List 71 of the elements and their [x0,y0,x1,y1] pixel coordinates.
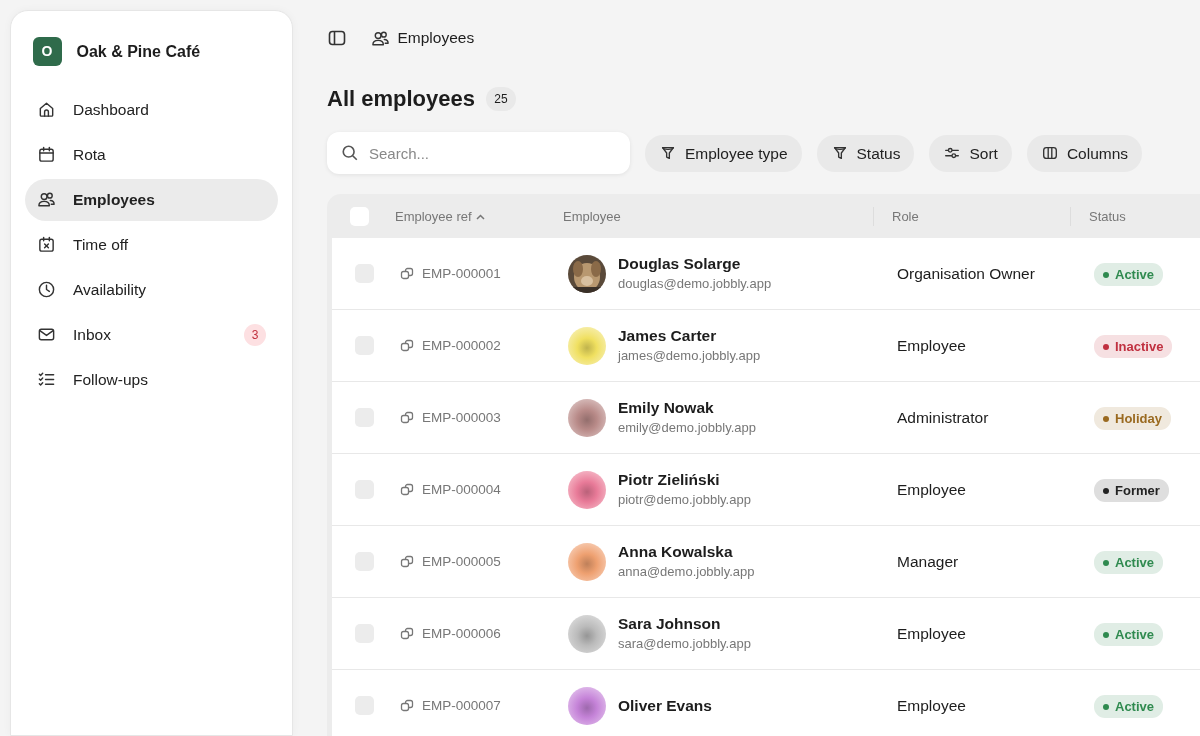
employee-role: Employee [897,481,966,499]
employee-role: Employee [897,337,966,355]
search-icon [341,144,359,163]
column-header: Employee ref [395,207,472,226]
nav-item[interactable]: Dashboard [25,88,278,131]
copy-icon[interactable] [400,338,414,353]
employee-email: douglas@demo.jobbly.app [618,275,772,294]
column-header: Employee [563,207,621,226]
copy-icon[interactable] [400,410,414,425]
nav-item[interactable]: Availability [25,268,278,311]
column-header: Role [892,208,919,224]
unread-badge: 3 [244,323,266,346]
calendar-x-icon [37,235,56,254]
employee-role: Employee [897,625,966,643]
clock-icon [37,280,56,299]
status-badge: Active [1094,622,1164,647]
status-badge: Active [1094,694,1164,719]
employee-name: Douglas Solarge [618,254,742,275]
filter-button[interactable]: Sort [929,134,1012,172]
column-header: Status [1089,208,1126,224]
employee-name: James Carter [618,326,718,347]
filter-button[interactable]: Columns [1026,134,1143,172]
brand-name: Oak & Pine Café [76,41,201,62]
copy-icon[interactable] [400,266,414,281]
breadcrumb: Employees [397,28,475,49]
employee-ref: EMP-000006 [422,624,501,643]
employee-name: Sara Johnson [618,614,722,635]
filter-button[interactable]: Status [816,134,915,172]
status-badge: Inactive [1094,334,1173,359]
status-badge: Holiday [1094,406,1171,431]
employee-ref: EMP-000001 [422,264,501,283]
status-badge: Active [1094,550,1164,575]
employee-name: Piotr Zieliński [618,470,721,491]
search-field[interactable]: Search... [327,132,630,175]
employee-email: emily@demo.jobbly.app [618,419,756,438]
employee-ref: EMP-000002 [422,336,501,355]
employee-role: Manager [897,553,959,571]
sidebar-toggle-icon[interactable] [327,28,347,48]
employee-role: Employee [897,697,966,715]
nav-item[interactable]: Time off [25,223,278,266]
employee-name: Emily Nowak [618,398,715,419]
status-badge: Former [1094,478,1169,503]
nav-item[interactable]: Follow-ups [25,358,278,401]
checklist-icon [37,370,56,389]
calendar-icon [37,145,56,164]
filter-button[interactable]: Employee type [645,134,802,172]
nav-item[interactable]: Employees [25,178,278,221]
employee-email: piotr@demo.jobbly.app [618,491,751,510]
status-badge: Active [1094,262,1164,287]
home-icon [37,100,56,119]
employee-email: sara@demo.jobbly.app [618,635,751,654]
nav-item[interactable]: Rota [25,133,278,176]
employee-email: anna@demo.jobbly.app [618,563,755,582]
employee-role: Organisation Owner [897,265,1035,283]
page-title: All employees [327,86,475,113]
count-badge: 25 [486,87,516,112]
copy-icon[interactable] [400,698,414,713]
copy-icon[interactable] [400,554,414,569]
employee-ref: EMP-000007 [422,696,501,715]
employee-role: Administrator [897,409,989,427]
employee-ref: EMP-000005 [422,552,501,571]
employee-ref: EMP-000004 [422,480,501,499]
employee-email: james@demo.jobbly.app [618,347,761,366]
users-icon [37,190,56,209]
employee-name: Anna Kowalska [618,542,734,563]
employee-name: Oliver Evans [618,695,712,716]
employee-ref: EMP-000003 [422,408,501,427]
copy-icon[interactable] [400,626,414,641]
nav-item[interactable]: Inbox 3 [25,313,278,356]
brand-logo: O [32,37,62,66]
copy-icon[interactable] [400,482,414,497]
